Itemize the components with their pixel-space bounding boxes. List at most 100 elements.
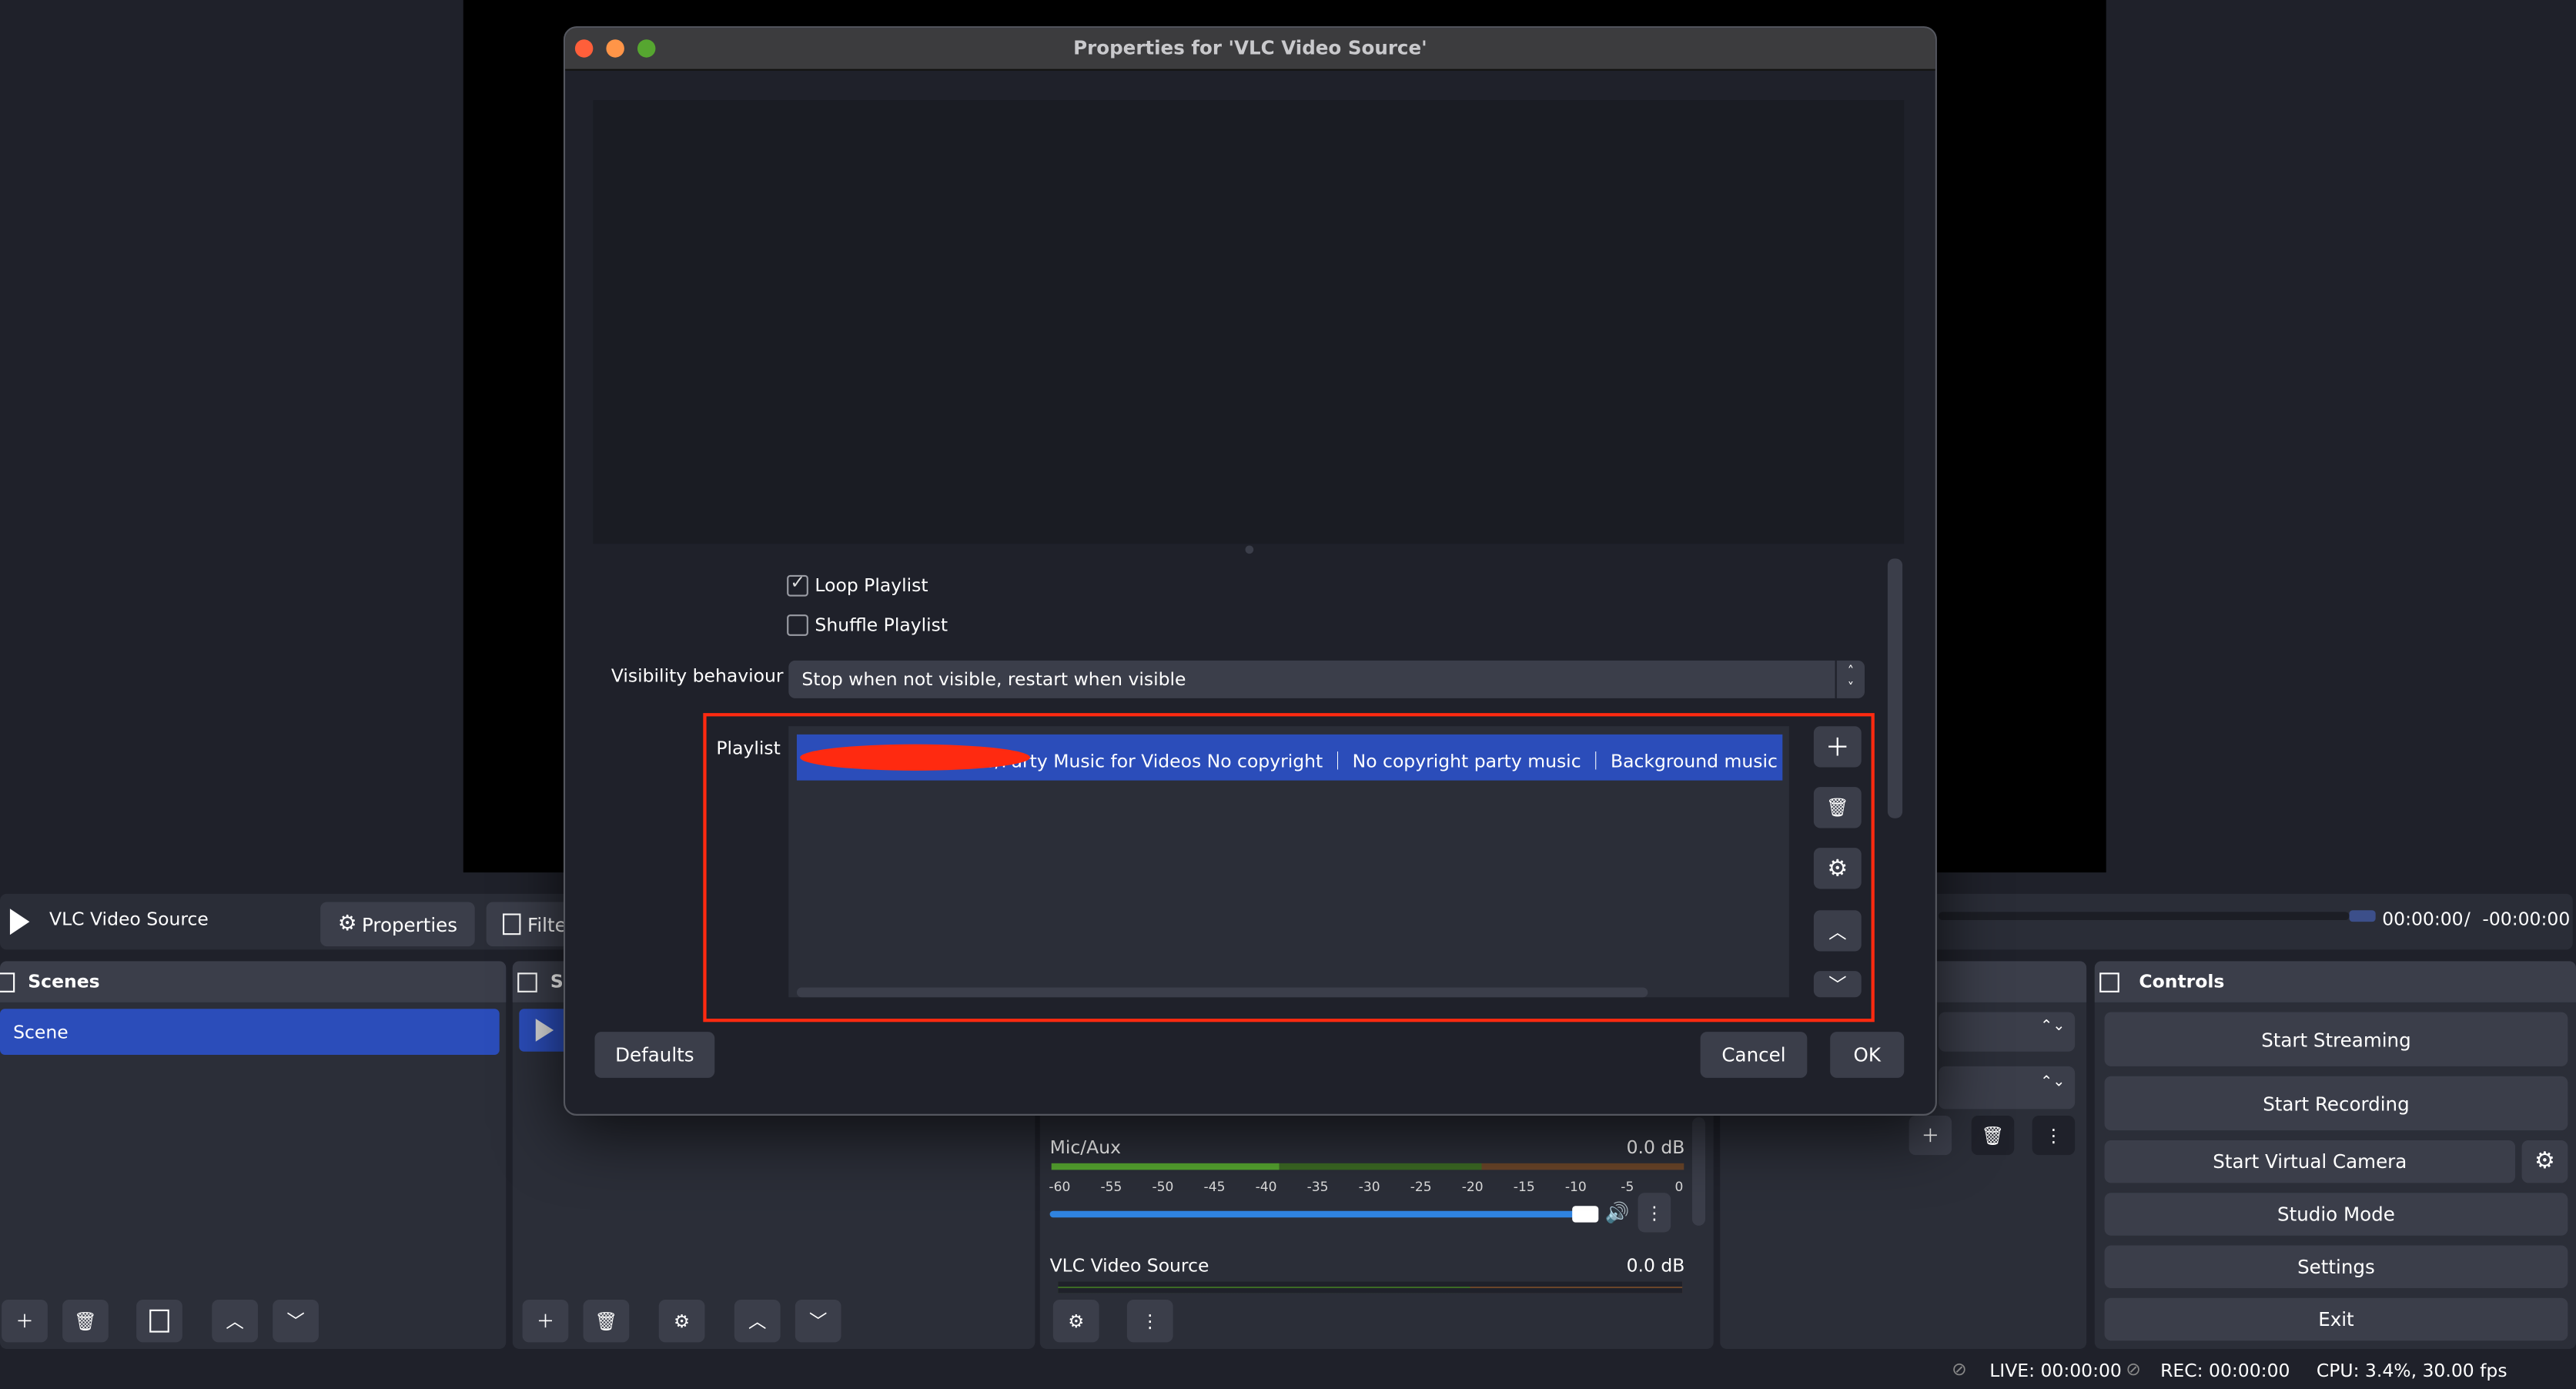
chevron-up-icon: ︿ [1828, 921, 1847, 942]
filter-icon [149, 1309, 169, 1333]
meter-tick-label: -25 [1410, 1180, 1432, 1195]
source-preview [593, 100, 1905, 544]
time-remaining: -00:00:00 [2482, 909, 2571, 930]
dialog-titlebar[interactable]: Properties for 'VLC Video Source' [565, 28, 1935, 71]
chevron-down-icon: ﹀ [286, 1310, 305, 1333]
meter-tick-label: -60 [1049, 1180, 1071, 1195]
start-virtual-camera-button[interactable]: Start Virtual Camera [2104, 1140, 2516, 1183]
start-streaming-button[interactable]: Start Streaming [2104, 1012, 2568, 1066]
move-source-down-button[interactable]: ﹀ [795, 1299, 841, 1343]
gears-icon: ⚙ [1068, 1310, 1085, 1332]
mic-aux-menu-button[interactable]: ⋮ [1638, 1193, 1671, 1233]
playlist-item-settings-button[interactable]: ⚙ [1813, 848, 1862, 889]
obs-main-window: VLC Video Source ⚙ Properties Filters 00:… [0, 0, 2576, 1389]
playlist-list[interactable]: …s/Party Music for Videos No copyright ｜… [788, 726, 1789, 998]
trash-icon: 🗑 [594, 1310, 618, 1332]
add-scene-button[interactable]: ＋ [2, 1299, 48, 1343]
shuffle-playlist-label[interactable]: Shuffle Playlist [815, 614, 948, 636]
trash-icon: 🗑 [74, 1310, 97, 1332]
shuffle-playlist-checkbox[interactable] [787, 614, 808, 636]
media-seek-slider[interactable] [1939, 912, 2350, 921]
visibility-behaviour-select[interactable]: Stop when not visible, restart when visi… [788, 660, 1865, 698]
visibility-play-icon[interactable] [535, 1019, 554, 1042]
source-name: VLC Video Source [49, 909, 209, 930]
playlist-horizontal-scrollbar[interactable] [796, 987, 1648, 998]
speaker-icon[interactable]: 🔊 [1605, 1201, 1630, 1224]
cpu-status: CPU: 3.4%, 30.00 fps [2316, 1360, 2507, 1382]
meter-tick-label: -45 [1203, 1180, 1226, 1195]
chevron-down-icon: ﹀ [808, 1310, 828, 1333]
updown-icon: ⌃⌄ [2040, 1019, 2066, 1036]
controls-header: Controls [2094, 961, 2576, 1002]
gear-icon: ⚙ [2534, 1148, 2555, 1175]
remove-transition-button[interactable]: 🗑 [1971, 1115, 2015, 1156]
time-current: 00:00:00 [2382, 909, 2464, 930]
source-properties-button[interactable]: ⚙ [658, 1299, 705, 1343]
start-recording-button[interactable]: Start Recording [2104, 1076, 2568, 1131]
mic-aux-volume-slider[interactable] [1049, 1210, 1584, 1218]
seek-handle[interactable] [2349, 910, 2376, 922]
advanced-audio-button[interactable]: ⚙ [1052, 1299, 1099, 1343]
playlist-label: Playlist [716, 738, 781, 759]
properties-scrollbar[interactable] [1887, 558, 1903, 818]
mic-aux-name: Mic/Aux [1049, 1136, 1122, 1159]
transition-select[interactable]: ⌃⌄ [1939, 1012, 2076, 1052]
filter-icon [502, 913, 521, 935]
rec-status: REC: 00:00:00 [2160, 1360, 2290, 1382]
trash-icon: 🗑 [1981, 1124, 2005, 1146]
loop-playlist-label[interactable]: Loop Playlist [815, 575, 928, 597]
cancel-button[interactable]: Cancel [1700, 1032, 1808, 1078]
remove-playlist-item-button[interactable]: 🗑 [1813, 787, 1862, 828]
transition-menu-button[interactable]: ⋮ [2032, 1115, 2076, 1156]
meter-tick-label: -35 [1306, 1180, 1329, 1195]
splitter-handle[interactable] [1245, 545, 1254, 554]
mixer-menu-button[interactable]: ⋮ [1126, 1299, 1173, 1343]
add-source-button[interactable]: ＋ [522, 1299, 569, 1343]
duration-spinbox[interactable]: ⌃⌄ [1939, 1066, 2076, 1110]
scene-item[interactable]: Scene [0, 1009, 500, 1055]
meter-tick-label: -30 [1358, 1180, 1380, 1195]
volume-handle[interactable] [1572, 1206, 1599, 1223]
mic-aux-level: 0.0 dB [1626, 1136, 1685, 1159]
settings-button[interactable]: Settings [2104, 1245, 2568, 1289]
studio-mode-button[interactable]: Studio Mode [2104, 1193, 2568, 1236]
dock-icon [0, 972, 15, 992]
add-playlist-item-button[interactable]: ＋ [1813, 726, 1862, 768]
vlc-source-name: VLC Video Source [1049, 1255, 1209, 1277]
virtual-camera-settings-button[interactable]: ⚙ [2521, 1140, 2568, 1183]
loop-playlist-checkbox[interactable]: ✓ [787, 571, 808, 597]
move-playlist-item-up-button[interactable]: ︿ [1813, 910, 1862, 952]
updown-icon: ˄ ˅ [1835, 660, 1865, 698]
add-transition-button[interactable]: ＋ [1909, 1115, 1952, 1156]
remove-scene-button[interactable]: 🗑 [62, 1299, 109, 1343]
scenes-header: Scenes [0, 961, 507, 1002]
playlist-item[interactable]: …s/Party Music for Videos No copyright ｜… [796, 734, 1783, 781]
streaming-off-icon: ⊘ [1952, 1358, 1967, 1381]
chevron-down-icon: ﹀ [1828, 974, 1847, 996]
meter-tick-label: -10 [1564, 1180, 1587, 1195]
exit-button[interactable]: Exit [2104, 1297, 2568, 1341]
ok-button[interactable]: OK [1830, 1032, 1905, 1078]
meter-tick-label: -20 [1461, 1180, 1484, 1195]
remove-source-button[interactable]: 🗑 [583, 1299, 630, 1343]
mixer-scrollbar[interactable] [1691, 1117, 1706, 1226]
live-status: LIVE: 00:00:00 [1989, 1360, 2122, 1382]
move-scene-down-button[interactable]: ﹀ [273, 1299, 319, 1343]
defaults-button[interactable]: Defaults [594, 1032, 715, 1078]
move-scene-up-button[interactable]: ︿ [212, 1299, 259, 1343]
gear-icon: ⚙ [337, 912, 357, 937]
dock-icon [2099, 972, 2119, 992]
vlc-source-meter [1058, 1281, 1683, 1294]
visibility-behaviour-label: Visibility behaviour [611, 665, 784, 687]
gear-icon: ⚙ [674, 1310, 691, 1332]
trash-icon: 🗑 [1825, 796, 1849, 818]
move-source-up-button[interactable]: ︿ [734, 1299, 781, 1343]
plus-icon: ＋ [1825, 732, 1850, 763]
scene-filters-button[interactable] [136, 1299, 182, 1343]
play-icon[interactable] [9, 909, 30, 935]
meter-tick-label: -5 [1621, 1180, 1634, 1195]
checkmark-icon: ✓ [790, 571, 806, 594]
move-playlist-item-down-button[interactable]: ﹀ [1813, 971, 1862, 998]
recording-off-icon: ⊘ [2126, 1358, 2141, 1381]
properties-button[interactable]: ⚙ Properties [320, 902, 475, 947]
